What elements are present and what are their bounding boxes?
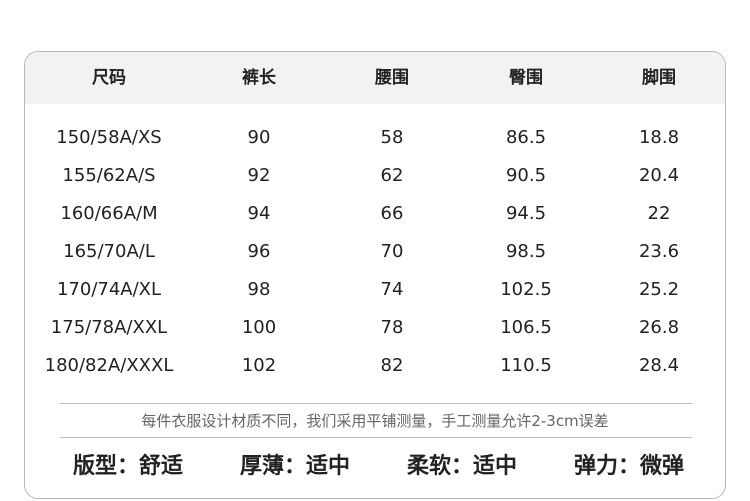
attribute-fit: 版型：舒适 [72, 454, 184, 479]
cell-hem: 28.4 [638, 355, 680, 376]
cell-waist: 58 [380, 127, 404, 148]
cell-size: 160/66A/M [60, 203, 158, 224]
cell-hip: 98.5 [505, 241, 547, 262]
cell-waist: 62 [380, 165, 404, 186]
header-pants-length: 裤长 [242, 68, 276, 88]
header-hip: 臀围 [509, 68, 543, 88]
cell-hem: 22 [647, 203, 671, 224]
measurement-note: 每件衣服设计材质不同，我们采用平铺测量，手工测量允许2-3cm误差 [141, 412, 609, 430]
cell-size: 150/58A/XS [56, 127, 162, 148]
cell-hip: 94.5 [505, 203, 547, 224]
cell-pants-length: 92 [247, 165, 271, 186]
cell-waist: 66 [380, 203, 404, 224]
divider-bottom [60, 437, 692, 438]
cell-hip: 106.5 [500, 317, 552, 338]
size-chart-card: 尺码 裤长 腰围 臀围 脚围 150/58A/XS 90 58 86.5 18.… [24, 51, 726, 499]
cell-waist: 82 [380, 355, 404, 376]
table-row: 160/66A/M 94 66 94.5 22 [25, 195, 725, 233]
table-row: 165/70A/L 96 70 98.5 23.6 [25, 233, 725, 271]
cell-size: 175/78A/XXL [50, 317, 168, 338]
cell-hip: 90.5 [505, 165, 547, 186]
cell-pants-length: 98 [247, 279, 271, 300]
cell-hem: 26.8 [638, 317, 680, 338]
cell-size: 170/74A/XL [56, 279, 162, 300]
cell-pants-length: 94 [247, 203, 271, 224]
table-row: 150/58A/XS 90 58 86.5 18.8 [25, 119, 725, 157]
attribute-softness: 柔软：适中 [406, 454, 518, 479]
header-hem: 脚围 [642, 68, 676, 88]
cell-pants-length: 90 [247, 127, 271, 148]
cell-waist: 78 [380, 317, 404, 338]
attribute-thickness: 厚薄：适中 [239, 454, 351, 479]
cell-size: 155/62A/S [62, 165, 156, 186]
cell-hip: 110.5 [500, 355, 552, 376]
divider-top [60, 403, 692, 404]
header-waist: 腰围 [375, 68, 409, 88]
table-row: 175/78A/XXL 100 78 106.5 26.8 [25, 309, 725, 347]
cell-waist: 70 [380, 241, 404, 262]
cell-hip: 86.5 [505, 127, 547, 148]
attribute-elasticity: 弹力：微弹 [573, 454, 685, 479]
cell-pants-length: 100 [241, 317, 277, 338]
table-header: 尺码 裤长 腰围 臀围 脚围 [25, 52, 725, 104]
header-size: 尺码 [92, 68, 126, 88]
table-row: 180/82A/XXXL 102 82 110.5 28.4 [25, 347, 725, 385]
cell-size: 180/82A/XXXL [44, 355, 174, 376]
cell-hem: 25.2 [638, 279, 680, 300]
cell-pants-length: 102 [241, 355, 277, 376]
cell-hip: 102.5 [500, 279, 552, 300]
cell-pants-length: 96 [247, 241, 271, 262]
cell-waist: 74 [380, 279, 404, 300]
cell-hem: 18.8 [638, 127, 680, 148]
table-row: 155/62A/S 92 62 90.5 20.4 [25, 157, 725, 195]
cell-hem: 20.4 [638, 165, 680, 186]
cell-hem: 23.6 [638, 241, 680, 262]
cell-size: 165/70A/L [63, 241, 155, 262]
table-row: 170/74A/XL 98 74 102.5 25.2 [25, 271, 725, 309]
